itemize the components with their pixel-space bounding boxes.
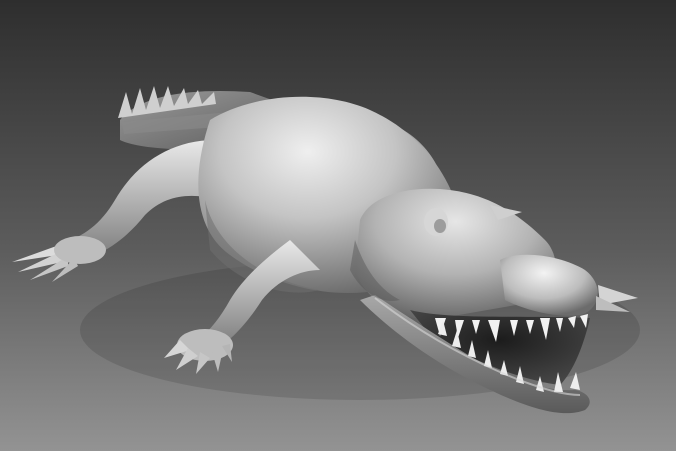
render-viewport [0, 0, 676, 451]
crocodile-render [0, 0, 676, 451]
